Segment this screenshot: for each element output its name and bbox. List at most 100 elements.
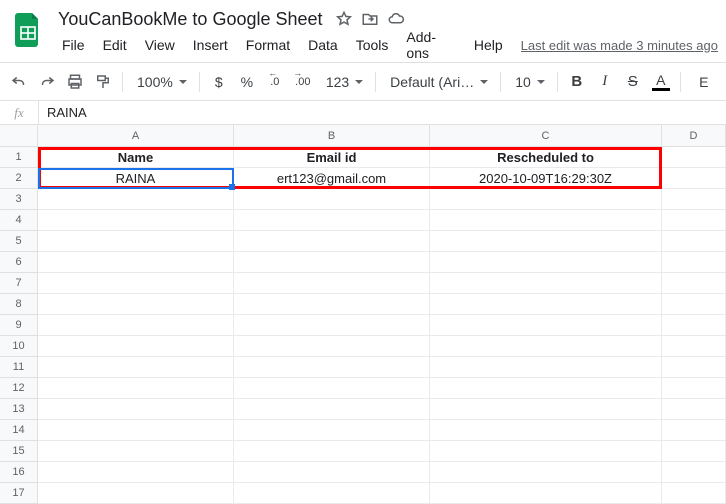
menu-file[interactable]: File bbox=[54, 33, 93, 57]
cell-D11[interactable] bbox=[662, 357, 726, 378]
col-header-c[interactable]: C bbox=[430, 125, 662, 147]
cell-C4[interactable] bbox=[430, 210, 662, 231]
cell-A8[interactable] bbox=[38, 294, 234, 315]
menu-tools[interactable]: Tools bbox=[348, 33, 397, 57]
row-header[interactable]: 4 bbox=[0, 210, 38, 231]
row-header[interactable]: 6 bbox=[0, 252, 38, 273]
increase-decimal-button[interactable]: →.00 bbox=[290, 69, 316, 95]
cell-D10[interactable] bbox=[662, 336, 726, 357]
cell-A2[interactable]: RAINA bbox=[38, 168, 234, 189]
bold-button[interactable]: B bbox=[564, 69, 590, 95]
cell-C7[interactable] bbox=[430, 273, 662, 294]
col-header-d[interactable]: D bbox=[662, 125, 726, 147]
formula-input[interactable]: RAINA bbox=[39, 105, 87, 120]
star-icon[interactable] bbox=[335, 10, 353, 28]
cell-C12[interactable] bbox=[430, 378, 662, 399]
row-header[interactable]: 2 bbox=[0, 168, 38, 189]
cell-B12[interactable] bbox=[234, 378, 430, 399]
cell-B13[interactable] bbox=[234, 399, 430, 420]
cell-A9[interactable] bbox=[38, 315, 234, 336]
cell-A14[interactable] bbox=[38, 420, 234, 441]
cell-C16[interactable] bbox=[430, 462, 662, 483]
cell-C1[interactable]: Rescheduled to bbox=[430, 147, 662, 168]
percent-button[interactable]: % bbox=[234, 69, 260, 95]
cell-D7[interactable] bbox=[662, 273, 726, 294]
cell-C2[interactable]: 2020-10-09T16:29:30Z bbox=[430, 168, 662, 189]
cell-C9[interactable] bbox=[430, 315, 662, 336]
menu-data[interactable]: Data bbox=[300, 33, 346, 57]
paint-format-button[interactable] bbox=[90, 69, 116, 95]
cell-A11[interactable] bbox=[38, 357, 234, 378]
cell-B3[interactable] bbox=[234, 189, 430, 210]
cell-C8[interactable] bbox=[430, 294, 662, 315]
italic-button[interactable]: I bbox=[592, 69, 618, 95]
cell-B6[interactable] bbox=[234, 252, 430, 273]
text-color-button[interactable]: A bbox=[648, 69, 674, 95]
cell-A16[interactable] bbox=[38, 462, 234, 483]
redo-button[interactable] bbox=[34, 69, 60, 95]
undo-button[interactable] bbox=[6, 69, 32, 95]
cell-C5[interactable] bbox=[430, 231, 662, 252]
menu-insert[interactable]: Insert bbox=[185, 33, 236, 57]
cell-D9[interactable] bbox=[662, 315, 726, 336]
decrease-decimal-button[interactable]: ←.0 bbox=[262, 69, 288, 95]
cell-B15[interactable] bbox=[234, 441, 430, 462]
row-header[interactable]: 15 bbox=[0, 441, 38, 462]
cell-A13[interactable] bbox=[38, 399, 234, 420]
cell-A7[interactable] bbox=[38, 273, 234, 294]
row-header[interactable]: 16 bbox=[0, 462, 38, 483]
cell-C3[interactable] bbox=[430, 189, 662, 210]
cell-D5[interactable] bbox=[662, 231, 726, 252]
cell-C10[interactable] bbox=[430, 336, 662, 357]
menu-view[interactable]: View bbox=[137, 33, 183, 57]
cell-B4[interactable] bbox=[234, 210, 430, 231]
document-title[interactable]: YouCanBookMe to Google Sheet bbox=[54, 7, 327, 32]
cell-A17[interactable] bbox=[38, 483, 234, 504]
cell-B17[interactable] bbox=[234, 483, 430, 504]
cell-A6[interactable] bbox=[38, 252, 234, 273]
cell-D1[interactable] bbox=[662, 147, 726, 168]
font-size-dropdown[interactable]: 10 bbox=[507, 69, 551, 95]
print-button[interactable] bbox=[62, 69, 88, 95]
cell-D14[interactable] bbox=[662, 420, 726, 441]
menu-format[interactable]: Format bbox=[238, 33, 298, 57]
cell-D17[interactable] bbox=[662, 483, 726, 504]
fill-color-button[interactable]: E bbox=[687, 69, 713, 95]
cell-A5[interactable] bbox=[38, 231, 234, 252]
move-icon[interactable] bbox=[361, 10, 379, 28]
row-header[interactable]: 17 bbox=[0, 483, 38, 504]
currency-button[interactable]: $ bbox=[206, 69, 232, 95]
row-header[interactable]: 9 bbox=[0, 315, 38, 336]
cell-B11[interactable] bbox=[234, 357, 430, 378]
cell-B2[interactable]: ert123@gmail.com bbox=[234, 168, 430, 189]
cell-D12[interactable] bbox=[662, 378, 726, 399]
zoom-dropdown[interactable]: 100% bbox=[129, 69, 193, 95]
cell-B9[interactable] bbox=[234, 315, 430, 336]
last-edit-link[interactable]: Last edit was made 3 minutes ago b bbox=[521, 38, 718, 53]
cell-B5[interactable] bbox=[234, 231, 430, 252]
cell-D4[interactable] bbox=[662, 210, 726, 231]
cell-D15[interactable] bbox=[662, 441, 726, 462]
cell-B14[interactable] bbox=[234, 420, 430, 441]
number-format-dropdown[interactable]: 123 bbox=[318, 69, 369, 95]
cell-D6[interactable] bbox=[662, 252, 726, 273]
row-header[interactable]: 13 bbox=[0, 399, 38, 420]
cell-B8[interactable] bbox=[234, 294, 430, 315]
cell-C14[interactable] bbox=[430, 420, 662, 441]
cell-C13[interactable] bbox=[430, 399, 662, 420]
cell-B10[interactable] bbox=[234, 336, 430, 357]
cell-B7[interactable] bbox=[234, 273, 430, 294]
select-all-corner[interactable] bbox=[0, 125, 38, 147]
cell-B1[interactable]: Email id bbox=[234, 147, 430, 168]
menu-addons[interactable]: Add-ons bbox=[398, 25, 463, 65]
cell-A3[interactable] bbox=[38, 189, 234, 210]
cell-C11[interactable] bbox=[430, 357, 662, 378]
row-header[interactable]: 1 bbox=[0, 147, 38, 168]
cell-B16[interactable] bbox=[234, 462, 430, 483]
row-header[interactable]: 3 bbox=[0, 189, 38, 210]
row-header[interactable]: 11 bbox=[0, 357, 38, 378]
cell-C6[interactable] bbox=[430, 252, 662, 273]
cell-D3[interactable] bbox=[662, 189, 726, 210]
cell-D2[interactable] bbox=[662, 168, 726, 189]
row-header[interactable]: 5 bbox=[0, 231, 38, 252]
